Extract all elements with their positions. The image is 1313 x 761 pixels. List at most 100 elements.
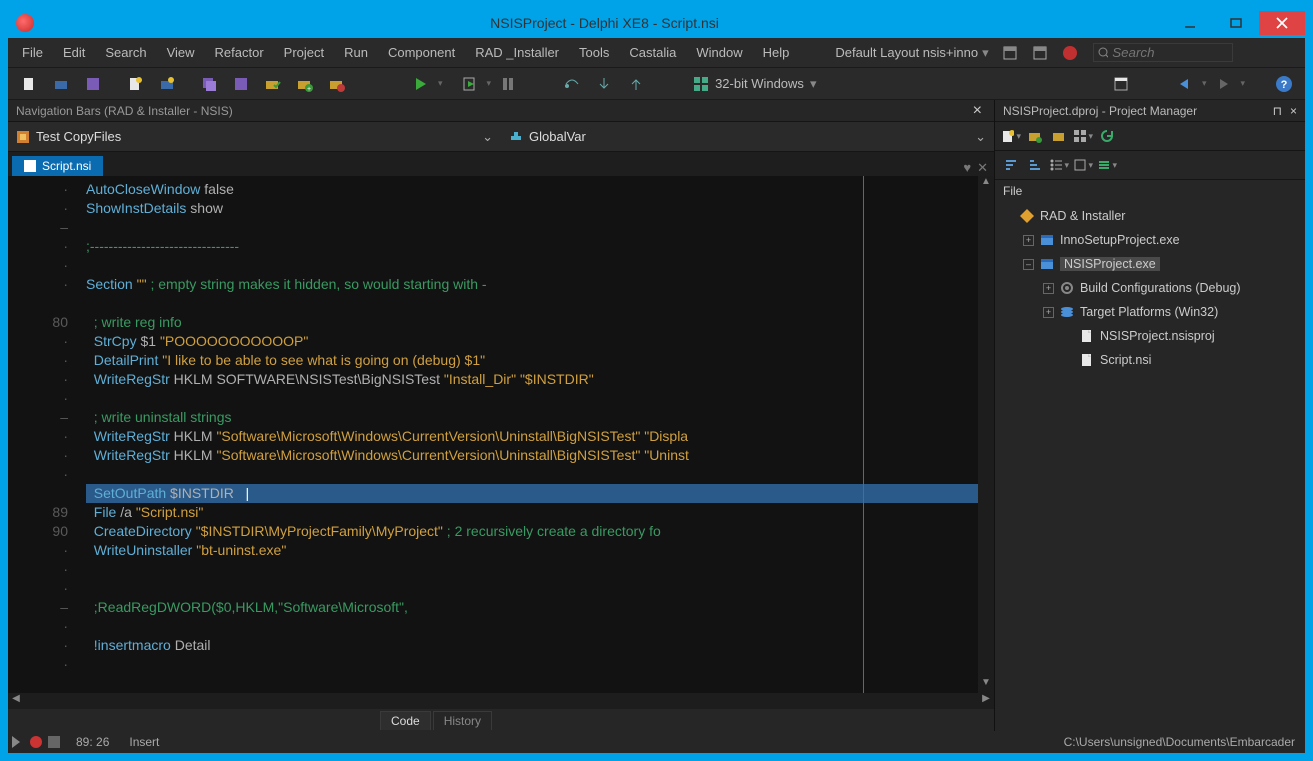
tree-node[interactable]: + Build Configurations (Debug) — [999, 276, 1301, 300]
status-bar: 89: 26 Insert C:\Users\unsigned\Document… — [8, 731, 1305, 753]
step-over-icon[interactable] — [560, 73, 584, 95]
maximize-button[interactable] — [1213, 11, 1259, 35]
help-button[interactable]: ? — [1272, 73, 1296, 95]
menu-window[interactable]: Window — [686, 41, 752, 64]
run-button[interactable] — [409, 73, 433, 95]
vertical-scrollbar[interactable]: ▲▼ — [978, 176, 994, 693]
pm-new-icon[interactable] — [1001, 126, 1021, 146]
tree-node[interactable]: RAD & Installer — [999, 204, 1301, 228]
pm-section-label: File — [995, 180, 1305, 202]
run-without-debug-button[interactable] — [458, 73, 482, 95]
tree-expand-icon[interactable]: + — [1023, 235, 1034, 246]
save2-icon[interactable] — [229, 73, 253, 95]
nav-member-combo[interactable]: GlobalVar ⌄ — [501, 129, 994, 145]
menu-component[interactable]: Component — [378, 41, 465, 64]
save-all-icon[interactable] — [197, 73, 221, 95]
pm-remove-icon[interactable] — [1049, 126, 1069, 146]
nav-panel-close-icon[interactable]: × — [969, 102, 986, 120]
menu-search[interactable]: Search — [95, 41, 156, 64]
layout-delete-icon[interactable] — [1028, 42, 1052, 64]
tree-node[interactable]: + InnoSetupProject.exe — [999, 228, 1301, 252]
file-path: C:\Users\unsigned\Documents\Embarcader — [1064, 735, 1305, 749]
menu-castalia[interactable]: Castalia — [619, 41, 686, 64]
tree-label: Target Platforms (Win32) — [1080, 305, 1218, 319]
code-editor[interactable]: ··–···80····–···8990···–··· AutoCloseWin… — [8, 176, 994, 693]
open-project-icon[interactable] — [155, 73, 179, 95]
close-button[interactable] — [1259, 11, 1305, 35]
code-tab[interactable]: Code — [380, 711, 431, 730]
nav-forward-button[interactable] — [1211, 73, 1235, 95]
tree-label: InnoSetupProject.exe — [1060, 233, 1180, 247]
menu-view[interactable]: View — [157, 41, 205, 64]
title-bar: NSISProject - Delphi XE8 - Script.nsi — [8, 8, 1305, 38]
pm-config-icon[interactable] — [1097, 155, 1117, 175]
new-file-icon[interactable] — [17, 73, 41, 95]
tree-expand-icon[interactable]: + — [1043, 283, 1054, 294]
tree-label: Build Configurations (Debug) — [1080, 281, 1241, 295]
ide-search-box[interactable] — [1093, 43, 1233, 62]
menu-run[interactable]: Run — [334, 41, 378, 64]
tree-node[interactable]: NSISProject.nsisproj — [999, 324, 1301, 348]
pm-add-icon[interactable] — [1025, 126, 1045, 146]
gear-icon — [1059, 280, 1075, 296]
diamond-icon — [1019, 208, 1035, 224]
remove-folder-icon[interactable] — [325, 73, 349, 95]
window-title: NSISProject - Delphi XE8 - Script.nsi — [42, 15, 1167, 31]
pm-sort1-icon[interactable] — [1001, 155, 1021, 175]
minimize-button[interactable] — [1167, 11, 1213, 35]
pm-refresh-icon[interactable] — [1097, 126, 1117, 146]
target-platform-combo[interactable]: 32-bit Windows ▾ — [685, 76, 824, 92]
file-icon — [1079, 352, 1095, 368]
tab-close-icon[interactable]: ✕ — [977, 160, 988, 176]
editor-tab-active[interactable]: Script.nsi — [12, 156, 103, 176]
step-out-icon[interactable] — [624, 73, 648, 95]
open-file-icon[interactable] — [49, 73, 73, 95]
insert-mode: Insert — [119, 735, 169, 749]
pin-icon[interactable]: ⊓ — [1273, 104, 1282, 118]
tree-node[interactable]: Script.nsi — [999, 348, 1301, 372]
search-input[interactable] — [1112, 45, 1227, 60]
history-tab[interactable]: History — [433, 711, 492, 730]
tree-node[interactable]: –NSISProject.exe — [999, 252, 1301, 276]
nav-section-combo[interactable]: Test CopyFiles ⌄ — [8, 129, 501, 145]
step-into-icon[interactable] — [592, 73, 616, 95]
menu-refactor[interactable]: Refactor — [205, 41, 274, 64]
svg-text:+: + — [307, 86, 311, 92]
tab-pin-icon[interactable]: ♥ — [963, 160, 971, 176]
castalia-icon[interactable] — [1058, 42, 1082, 64]
menu-project[interactable]: Project — [274, 41, 334, 64]
macro-play-icon[interactable] — [12, 736, 20, 748]
pause-button[interactable] — [496, 73, 520, 95]
panel-close-icon[interactable]: × — [1290, 104, 1297, 118]
tree-node[interactable]: + Target Platforms (Win32) — [999, 300, 1301, 324]
project-tree[interactable]: RAD & Installer+InnoSetupProject.exe–NSI… — [995, 202, 1305, 731]
menu-edit[interactable]: Edit — [53, 41, 95, 64]
editor-content[interactable]: AutoCloseWindow falseShowInstDetails sho… — [78, 176, 978, 693]
layout-combo[interactable]: Default Layout nsis+inno ▾ — [829, 43, 994, 63]
horizontal-scrollbar[interactable]: ◀▶ — [8, 693, 994, 709]
tree-expand-icon[interactable]: + — [1043, 307, 1054, 318]
folder-check-icon[interactable] — [261, 73, 285, 95]
pm-list-icon[interactable] — [1049, 155, 1069, 175]
pm-sort2-icon[interactable] — [1025, 155, 1045, 175]
save-icon[interactable] — [81, 73, 105, 95]
tree-label: RAD & Installer — [1040, 209, 1125, 223]
layout-save-icon[interactable] — [998, 42, 1022, 64]
tree-expand-icon[interactable]: – — [1023, 259, 1034, 270]
new-unit-icon[interactable] — [123, 73, 147, 95]
platform-label: 32-bit Windows — [715, 76, 804, 91]
pm-view-icon[interactable] — [1073, 126, 1093, 146]
file-icon — [24, 160, 36, 172]
nav-back-button[interactable] — [1173, 73, 1197, 95]
add-folder-icon[interactable]: + — [293, 73, 317, 95]
menu-file[interactable]: File — [12, 41, 53, 64]
macro-record-icon[interactable] — [30, 736, 42, 748]
svg-text:?: ? — [1281, 79, 1288, 91]
layout-icon[interactable] — [1109, 73, 1133, 95]
macro-stop-icon[interactable] — [48, 736, 60, 748]
menu-tools[interactable]: Tools — [569, 41, 619, 64]
pm-filter-icon[interactable] — [1073, 155, 1093, 175]
menu-rad-_installer[interactable]: RAD _Installer — [465, 41, 569, 64]
pm-title: NSISProject.dproj - Project Manager — [1003, 104, 1197, 118]
menu-help[interactable]: Help — [753, 41, 800, 64]
